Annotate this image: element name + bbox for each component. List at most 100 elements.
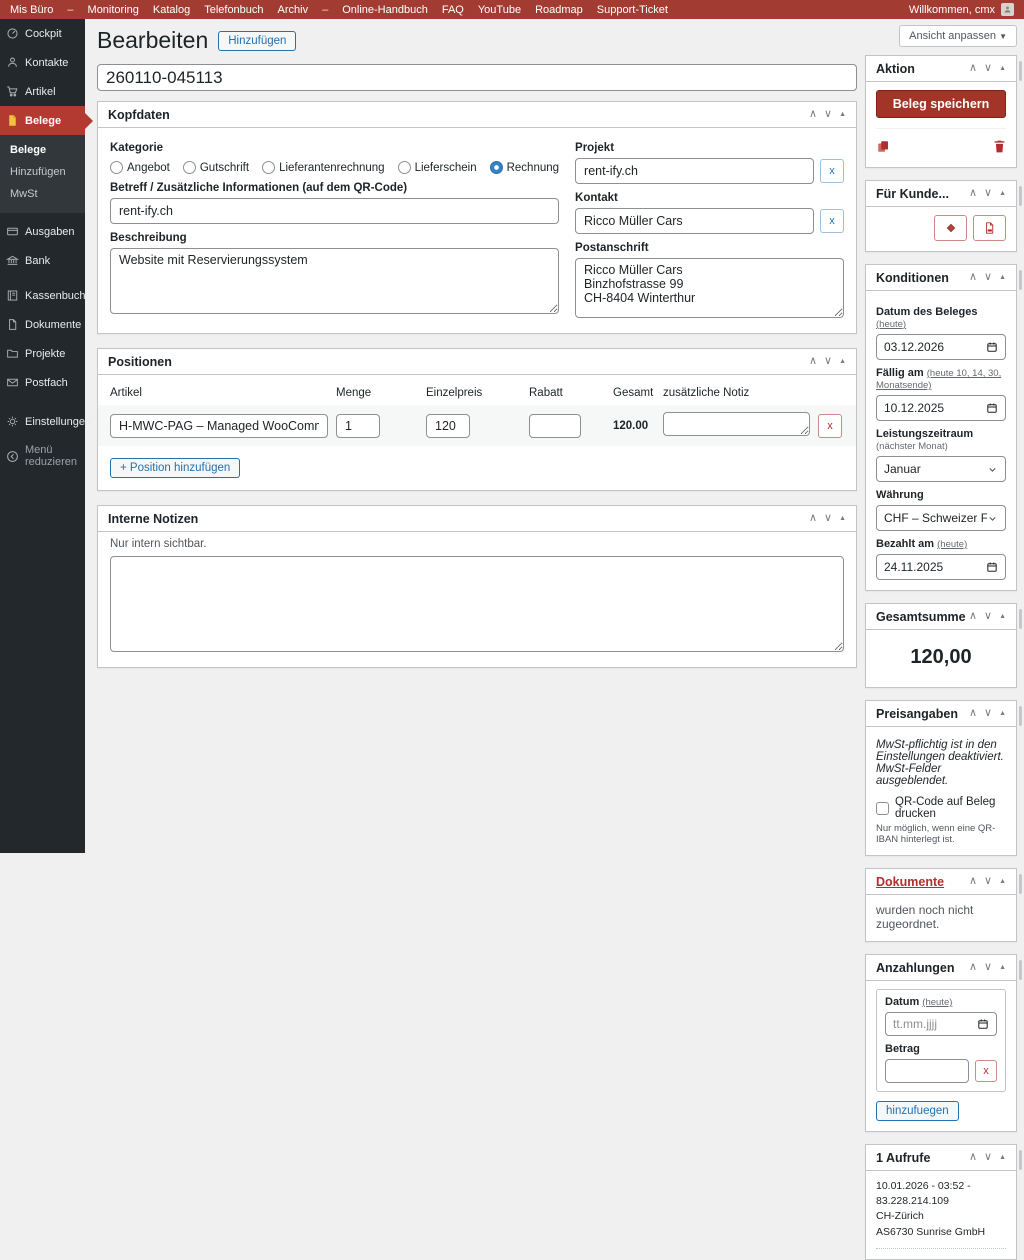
add-anzahlung-button[interactable]: hinzufuegen <box>876 1101 959 1121</box>
document-number-input[interactable] <box>97 64 857 91</box>
collapse-toggle-icon[interactable]: ▲ <box>999 964 1006 971</box>
move-down-icon[interactable]: ∨ <box>984 611 992 622</box>
move-down-icon[interactable]: ∨ <box>984 63 992 74</box>
sidebar-item-kassenbuch[interactable]: Kassenbuch <box>0 281 85 310</box>
sidebar-item-postfach[interactable]: Postfach <box>0 368 85 397</box>
radio-icon[interactable] <box>490 161 503 174</box>
sidebar-item-collapse-menu[interactable]: Menü reduzieren <box>0 436 85 476</box>
collapse-toggle-icon[interactable]: ▲ <box>839 111 846 118</box>
duplicate-document-button[interactable] <box>876 139 891 157</box>
collapse-toggle-icon[interactable]: ▲ <box>999 274 1006 281</box>
anzahlung-date-input[interactable]: tt.mm.jjjj <box>885 1012 997 1036</box>
projekt-input[interactable] <box>575 158 814 184</box>
collapse-toggle-icon[interactable]: ▲ <box>839 358 846 365</box>
submenu-item-mwst[interactable]: MwSt <box>0 183 85 205</box>
collapse-toggle-icon[interactable]: ▲ <box>999 878 1006 885</box>
sidebar-item-projekte[interactable]: Projekte <box>0 339 85 368</box>
admin-bar-item-katalog[interactable]: Katalog <box>153 4 190 16</box>
collapse-toggle-icon[interactable]: ▲ <box>999 613 1006 620</box>
admin-bar-item-faq[interactable]: FAQ <box>442 4 464 16</box>
radio-icon[interactable] <box>398 161 411 174</box>
user-avatar[interactable] <box>1001 3 1014 16</box>
sidebar-item-artikel[interactable]: Artikel <box>0 77 85 106</box>
postanschrift-textarea[interactable]: Ricco Müller Cars Binzhofstrasse 99 CH-8… <box>575 258 844 318</box>
move-down-icon[interactable]: ∨ <box>824 356 832 367</box>
kontakt-clear-button[interactable]: x <box>820 209 844 233</box>
leistungszeitraum-select[interactable]: Januar <box>876 456 1006 482</box>
radio-gutschrift[interactable]: Gutschrift <box>183 161 249 174</box>
welcome-user-link[interactable]: Willkommen, cmx <box>909 4 995 16</box>
betreff-input[interactable] <box>110 198 559 224</box>
move-up-icon[interactable]: ∧ <box>969 272 977 283</box>
heute-link[interactable]: (heute) <box>937 539 967 550</box>
move-down-icon[interactable]: ∨ <box>984 876 992 887</box>
move-up-icon[interactable]: ∧ <box>969 962 977 973</box>
move-down-icon[interactable]: ∨ <box>824 513 832 524</box>
sidebar-item-bank[interactable]: Bank <box>0 246 85 275</box>
heute-link[interactable]: (heute) <box>876 319 906 330</box>
einzelpreis-input[interactable] <box>426 414 470 438</box>
collapse-toggle-icon[interactable]: ▲ <box>999 190 1006 197</box>
notiz-textarea[interactable] <box>663 412 810 436</box>
beschreibung-textarea[interactable]: Website mit Reservierungssystem <box>110 248 559 314</box>
sidebar-item-einstellungen[interactable]: Einstellungen <box>0 407 85 436</box>
download-pdf-button[interactable] <box>973 215 1006 241</box>
radio-lieferantenrechnung[interactable]: Lieferantenrechnung <box>262 161 385 174</box>
collapse-toggle-icon[interactable]: ▲ <box>999 710 1006 717</box>
submenu-item-hinzufuegen[interactable]: Hinzufügen <box>0 161 85 183</box>
move-up-icon[interactable]: ∧ <box>969 188 977 199</box>
admin-bar-item-telefonbuch[interactable]: Telefonbuch <box>204 4 263 16</box>
bezahlt-date-input[interactable]: 24.11.2025 <box>876 554 1006 580</box>
add-new-button[interactable]: Hinzufügen <box>218 31 296 51</box>
menge-input[interactable] <box>336 414 380 438</box>
radio-rechnung[interactable]: Rechnung <box>490 161 559 174</box>
move-down-icon[interactable]: ∨ <box>984 1152 992 1163</box>
move-up-icon[interactable]: ∧ <box>969 876 977 887</box>
artikel-input[interactable] <box>110 414 328 438</box>
radio-icon[interactable] <box>262 161 275 174</box>
sidebar-item-cockpit[interactable]: Cockpit <box>0 19 85 48</box>
collapse-toggle-icon[interactable]: ▲ <box>839 515 846 522</box>
interne-notizen-textarea[interactable] <box>110 556 844 652</box>
radio-icon[interactable] <box>110 161 123 174</box>
kontakt-input[interactable] <box>575 208 814 234</box>
radio-icon[interactable] <box>183 161 196 174</box>
admin-bar-item-roadmap[interactable]: Roadmap <box>535 4 583 16</box>
save-document-button[interactable]: Beleg speichern <box>876 90 1006 118</box>
collapse-toggle-icon[interactable]: ▲ <box>999 65 1006 72</box>
admin-bar-item-archiv[interactable]: Archiv <box>278 4 309 16</box>
delete-document-button[interactable] <box>993 139 1006 157</box>
move-up-icon[interactable]: ∧ <box>969 611 977 622</box>
heute-link[interactable]: (heute) <box>922 997 952 1008</box>
betrag-input[interactable] <box>885 1059 969 1083</box>
rabatt-input[interactable] <box>529 414 581 438</box>
beleg-date-input[interactable]: 03.12.2026 <box>876 334 1006 360</box>
admin-bar-item-online-handbuch[interactable]: Online-Handbuch <box>342 4 428 16</box>
site-name-link[interactable]: Mis Büro <box>10 4 53 16</box>
send-email-button[interactable] <box>934 215 967 241</box>
move-down-icon[interactable]: ∨ <box>984 962 992 973</box>
collapse-toggle-icon[interactable]: ▲ <box>999 1154 1006 1161</box>
add-position-button[interactable]: + Position hinzufügen <box>110 458 240 478</box>
move-down-icon[interactable]: ∨ <box>824 109 832 120</box>
remove-position-button[interactable]: x <box>818 414 842 438</box>
remove-anzahlung-button[interactable]: x <box>975 1060 997 1082</box>
move-down-icon[interactable]: ∨ <box>984 708 992 719</box>
radio-lieferschein[interactable]: Lieferschein <box>398 161 477 174</box>
move-down-icon[interactable]: ∨ <box>984 272 992 283</box>
radio-angebot[interactable]: Angebot <box>110 161 170 174</box>
move-up-icon[interactable]: ∧ <box>809 356 817 367</box>
waehrung-select[interactable]: CHF – Schweizer Franken <box>876 505 1006 531</box>
admin-bar-item-support-ticket[interactable]: Support-Ticket <box>597 4 668 16</box>
move-up-icon[interactable]: ∧ <box>809 513 817 524</box>
qr-code-checkbox[interactable] <box>876 802 889 815</box>
submenu-item-belege[interactable]: Belege <box>0 139 85 161</box>
sidebar-item-belege[interactable]: Belege <box>0 106 85 135</box>
admin-bar-item-youtube[interactable]: YouTube <box>478 4 521 16</box>
sidebar-item-ausgaben[interactable]: Ausgaben <box>0 217 85 246</box>
dokumente-title-link[interactable]: Dokumente <box>876 875 944 889</box>
move-up-icon[interactable]: ∧ <box>969 63 977 74</box>
admin-bar-item-monitoring[interactable]: Monitoring <box>88 4 139 16</box>
move-up-icon[interactable]: ∧ <box>809 109 817 120</box>
view-settings-button[interactable]: Ansicht anpassen ▼ <box>899 25 1017 47</box>
